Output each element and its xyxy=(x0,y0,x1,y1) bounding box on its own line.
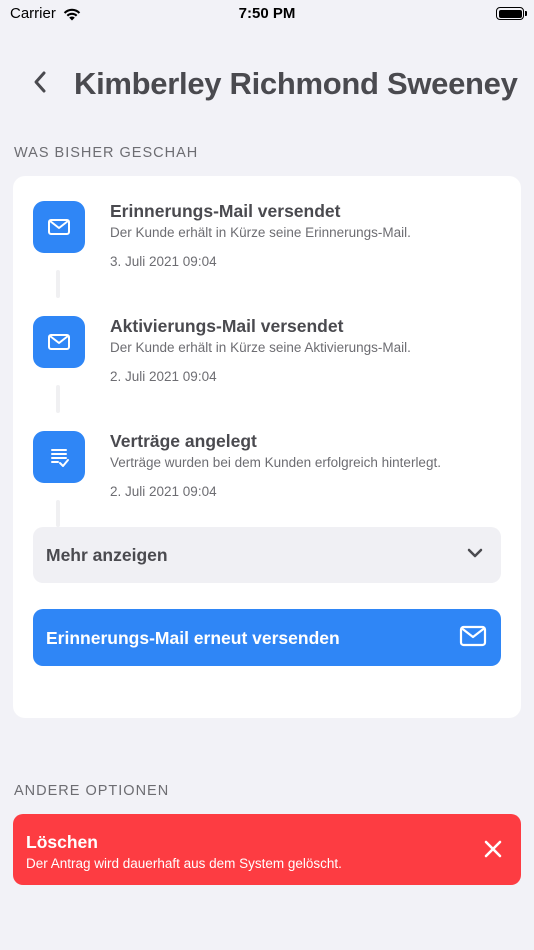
delete-button[interactable]: Löschen Der Antrag wird dauerhaft aus de… xyxy=(13,814,521,885)
page-title: Kimberley Richmond Sweeney xyxy=(74,66,518,101)
mail-icon xyxy=(33,316,85,368)
back-button[interactable] xyxy=(26,66,54,98)
mail-icon xyxy=(33,201,85,253)
clock: 7:50 PM xyxy=(238,5,296,22)
chevron-down-icon xyxy=(467,548,483,558)
status-bar: Carrier 7:50 PM xyxy=(0,0,534,30)
event-title: Aktivierungs-Mail versendet xyxy=(110,316,344,336)
battery-icon xyxy=(496,7,527,20)
show-more-label: Mehr anzeigen xyxy=(46,545,168,565)
history-section-label: WAS BISHER GESCHAH xyxy=(14,145,199,161)
delete-description: Der Antrag wird dauerhaft aus dem System… xyxy=(26,856,342,871)
show-more-button[interactable]: Mehr anzeigen xyxy=(33,527,501,583)
event-date: 3. Juli 2021 09:04 xyxy=(110,254,217,269)
nav-header: Kimberley Richmond Sweeney xyxy=(0,62,534,106)
resend-reminder-button[interactable]: Erinnerungs-Mail erneut versenden xyxy=(33,609,501,666)
close-icon xyxy=(484,840,502,858)
timeline-event: Verträge angelegt Verträge wurden bei de… xyxy=(33,431,503,531)
mail-icon xyxy=(459,625,487,647)
history-card: Erinnerungs-Mail versendet Der Kunde erh… xyxy=(13,176,521,718)
chevron-left-icon xyxy=(34,71,46,93)
resend-reminder-label: Erinnerungs-Mail erneut versenden xyxy=(46,628,340,648)
event-date: 2. Juli 2021 09:04 xyxy=(110,369,217,384)
event-title: Verträge angelegt xyxy=(110,431,257,451)
event-description: Verträge wurden bei dem Kunden erfolgrei… xyxy=(110,455,441,470)
event-date: 2. Juli 2021 09:04 xyxy=(110,484,217,499)
timeline-event: Aktivierungs-Mail versendet Der Kunde er… xyxy=(33,316,503,416)
event-title: Erinnerungs-Mail versendet xyxy=(110,201,341,221)
delete-title: Löschen xyxy=(26,832,98,852)
contract-icon xyxy=(33,431,85,483)
other-options-section-label: ANDERE OPTIONEN xyxy=(14,783,170,799)
event-description: Der Kunde erhält in Kürze seine Erinneru… xyxy=(110,225,411,240)
timeline-event: Erinnerungs-Mail versendet Der Kunde erh… xyxy=(33,201,503,301)
event-description: Der Kunde erhält in Kürze seine Aktivier… xyxy=(110,340,411,355)
